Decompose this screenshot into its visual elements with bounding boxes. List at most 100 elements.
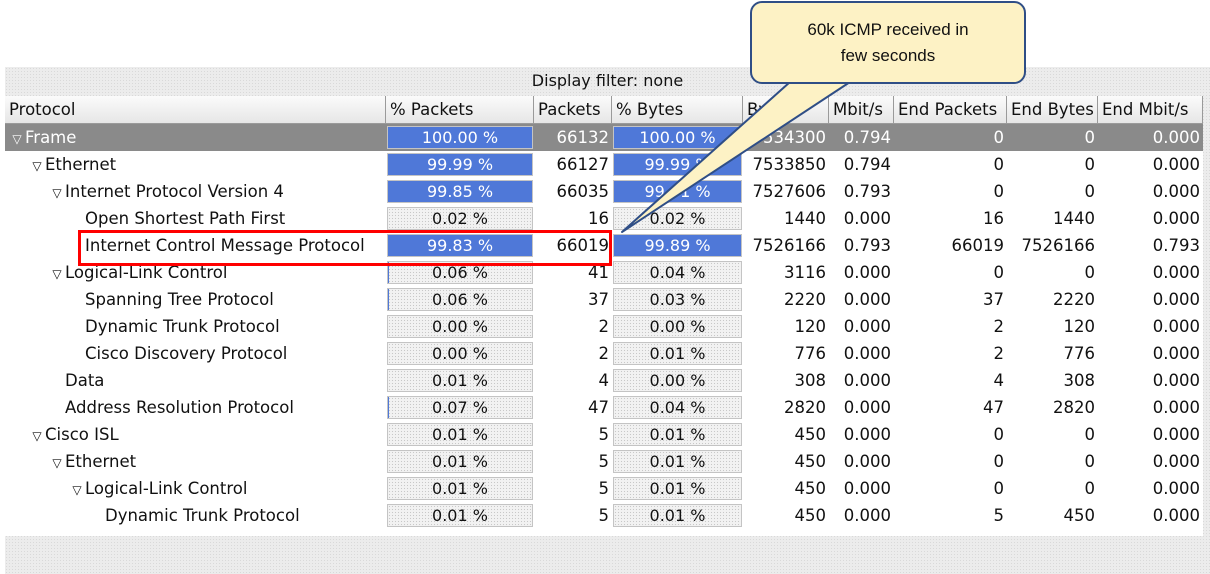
end-bytes-cell: 2220 <box>1053 290 1095 309</box>
table-row[interactable]: Dynamic Trunk Protocol 0.01 % 5 0.01 % 4… <box>5 502 1203 529</box>
table-row[interactable]: Internet Control Message Protocol 99.83 … <box>5 232 1203 259</box>
pct-bytes-bar: 0.01 % <box>613 423 742 446</box>
mbit-cell: 0.000 <box>843 479 891 498</box>
pct-packets-bar: 100.00 % <box>387 126 533 149</box>
table-row[interactable]: ▽ Logical-Link Control 0.06 % 41 0.04 % 3… <box>5 259 1203 286</box>
mbit-cell: 0.793 <box>843 182 891 201</box>
end-packets-cell: 2 <box>993 317 1005 336</box>
protocol-cell: Dynamic Trunk Protocol <box>5 313 386 340</box>
col-header-pct-packets[interactable]: % Packets <box>386 96 534 123</box>
protocol-cell: Dynamic Trunk Protocol <box>5 502 386 529</box>
expander-triangle-icon[interactable]: ▽ <box>49 180 65 205</box>
packets-cell: 66019 <box>556 236 610 255</box>
end-bytes-cell: 450 <box>1063 506 1096 525</box>
pct-bytes-label: 0.00 % <box>649 317 706 336</box>
pct-packets-bar: 99.83 % <box>387 234 533 257</box>
expander-triangle-icon[interactable]: ▽ <box>9 126 25 151</box>
col-header-bytes[interactable]: Bytes <box>743 96 829 123</box>
end-mbit-cell: 0.000 <box>1152 398 1200 417</box>
packets-cell: 5 <box>598 452 610 471</box>
table-row[interactable]: ▽ Ethernet 0.01 % 5 0.01 % 450 0.000 0 0 … <box>5 448 1203 475</box>
pct-bytes-label: 0.00 % <box>649 371 706 390</box>
pct-bytes-label: 99.89 % <box>644 236 711 255</box>
display-filter-label: Display filter: none <box>5 67 1210 93</box>
end-mbit-cell: 0.000 <box>1152 371 1200 390</box>
end-mbit-cell: 0.000 <box>1152 155 1200 174</box>
protocol-hierarchy-table: Protocol % Packets Packets % Bytes Bytes… <box>5 96 1203 536</box>
expander-triangle-icon[interactable]: ▽ <box>49 450 65 475</box>
packets-cell: 16 <box>588 209 609 228</box>
pct-packets-label: 0.06 % <box>432 290 488 309</box>
protocol-name: Ethernet <box>45 155 117 174</box>
bytes-cell: 450 <box>794 452 827 471</box>
expander-triangle-icon[interactable]: ▽ <box>49 261 65 286</box>
end-bytes-cell: 0 <box>1084 155 1096 174</box>
pct-packets-bar: 0.00 % <box>387 315 533 338</box>
pct-bytes-label: 0.01 % <box>649 452 706 471</box>
pct-packets-cell: 99.83 % <box>386 232 534 259</box>
packets-cell: 66132 <box>556 128 610 147</box>
expander-triangle-icon[interactable]: ▽ <box>29 153 45 178</box>
table-row[interactable]: ▽ Ethernet 99.99 % 66127 99.99 % 7533850 … <box>5 151 1203 178</box>
table-row[interactable]: ▽ Internet Protocol Version 4 99.85 % 660… <box>5 178 1203 205</box>
pct-bytes-cell: 0.01 % <box>612 502 743 529</box>
mbit-cell: 0.000 <box>843 425 891 444</box>
expander-triangle-icon[interactable]: ▽ <box>69 477 85 502</box>
pct-packets-label: 0.00 % <box>432 344 488 363</box>
table-row[interactable]: Spanning Tree Protocol 0.06 % 37 0.03 % … <box>5 286 1203 313</box>
pct-packets-cell: 0.01 % <box>386 367 534 394</box>
pct-bytes-bar: 0.02 % <box>613 207 742 230</box>
end-mbit-cell: 0.000 <box>1152 128 1200 147</box>
protocol-cell: Open Shortest Path First <box>5 205 386 232</box>
mbit-cell: 0.000 <box>843 290 891 309</box>
table-row[interactable]: Data 0.01 % 4 0.00 % 308 0.000 4 308 0.0… <box>5 367 1203 394</box>
packets-cell: 5 <box>598 479 610 498</box>
pct-packets-label: 0.00 % <box>432 317 488 336</box>
bytes-cell: 450 <box>794 506 827 525</box>
pct-bytes-label: 0.01 % <box>649 479 706 498</box>
table-row[interactable]: ▽ Cisco ISL 0.01 % 5 0.01 % 450 0.000 0 0… <box>5 421 1203 448</box>
annotation-callout: 60k ICMP received in few seconds <box>750 1 1026 84</box>
col-header-packets[interactable]: Packets <box>534 96 612 123</box>
pct-packets-bar: 99.99 % <box>387 153 533 176</box>
pct-bytes-label: 0.04 % <box>649 263 706 282</box>
protocol-name: Logical-Link Control <box>65 263 228 282</box>
protocol-name: Internet Protocol Version 4 <box>65 182 284 201</box>
pct-bytes-bar: 0.00 % <box>613 369 742 392</box>
table-row[interactable]: ▽ Logical-Link Control 0.01 % 5 0.01 % 45… <box>5 475 1203 502</box>
pct-packets-cell: 0.00 % <box>386 313 534 340</box>
end-bytes-cell: 0 <box>1084 425 1096 444</box>
end-mbit-cell: 0.000 <box>1152 425 1200 444</box>
end-packets-cell: 16 <box>983 209 1004 228</box>
protocol-cell: Cisco Discovery Protocol <box>5 340 386 367</box>
col-header-end-bytes[interactable]: End Bytes <box>1007 96 1098 123</box>
col-header-protocol[interactable]: Protocol <box>5 96 386 123</box>
table-row[interactable]: Cisco Discovery Protocol 0.00 % 2 0.01 %… <box>5 340 1203 367</box>
bytes-cell: 308 <box>794 371 827 390</box>
table-row[interactable]: Dynamic Trunk Protocol 0.00 % 2 0.00 % 1… <box>5 313 1203 340</box>
pct-packets-cell: 0.01 % <box>386 448 534 475</box>
end-packets-cell: 66019 <box>951 236 1005 255</box>
col-header-mbit[interactable]: Mbit/s <box>829 96 894 123</box>
protocol-cell: Spanning Tree Protocol <box>5 286 386 313</box>
end-mbit-cell: 0.000 <box>1152 344 1200 363</box>
protocol-name: Cisco Discovery Protocol <box>85 344 288 363</box>
protocol-cell: ▽ Logical-Link Control <box>5 475 386 502</box>
pct-packets-label: 99.99 % <box>426 155 494 174</box>
end-mbit-cell: 0.000 <box>1152 317 1200 336</box>
col-header-pct-bytes[interactable]: % Bytes <box>612 96 743 123</box>
col-header-end-packets[interactable]: End Packets <box>894 96 1007 123</box>
pct-bytes-cell: 0.01 % <box>612 421 743 448</box>
pct-bytes-cell: 0.00 % <box>612 367 743 394</box>
expander-triangle-icon[interactable]: ▽ <box>29 423 45 448</box>
pct-bytes-cell: 0.02 % <box>612 205 743 232</box>
pct-bytes-bar: 0.03 % <box>613 288 742 311</box>
pct-packets-bar: 0.01 % <box>387 369 533 392</box>
table-row[interactable]: Address Resolution Protocol 0.07 % 47 0.… <box>5 394 1203 421</box>
col-header-end-mbit[interactable]: End Mbit/s <box>1098 96 1203 123</box>
pct-packets-cell: 0.02 % <box>386 205 534 232</box>
table-row[interactable]: Open Shortest Path First 0.02 % 16 0.02 … <box>5 205 1203 232</box>
pct-bytes-cell: 0.04 % <box>612 394 743 421</box>
pct-packets-bar: 0.01 % <box>387 477 533 500</box>
table-row[interactable]: ▽ Frame 100.00 % 66132 100.00 % 7534300 0… <box>5 124 1203 151</box>
